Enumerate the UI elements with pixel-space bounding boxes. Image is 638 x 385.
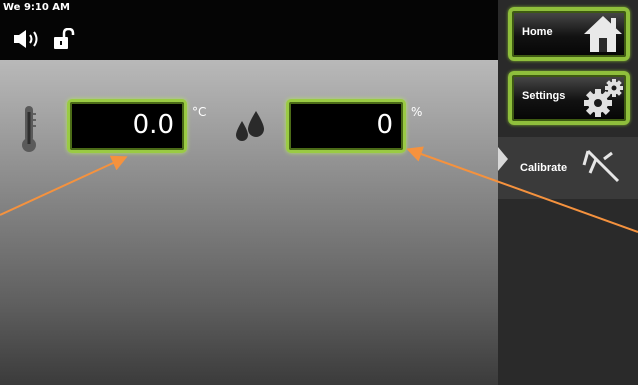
humidity-value: 0 xyxy=(376,110,393,140)
humidity-unit: % xyxy=(411,105,423,119)
unlocked-icon[interactable] xyxy=(52,28,78,50)
thermometer-icon xyxy=(22,106,36,152)
humidity-field[interactable]: 0 xyxy=(286,99,406,153)
calibrate-tab[interactable] xyxy=(498,137,638,199)
settings-label: Settings xyxy=(522,90,566,102)
settings-button[interactable]: Settings xyxy=(508,71,630,125)
status-bar: We 9:10 AM xyxy=(0,0,498,60)
calibrate-label: Calibrate xyxy=(520,162,568,174)
home-button[interactable]: Home xyxy=(508,7,630,61)
house-icon xyxy=(584,16,622,52)
home-label: Home xyxy=(522,26,553,38)
clock-text: We 9:10 AM xyxy=(3,2,70,13)
device-screen: We 9:10 AM 0.0 °C 0 % Home Settings Cali… xyxy=(0,0,638,385)
water-drops-icon xyxy=(236,111,264,141)
temperature-field[interactable]: 0.0 xyxy=(67,99,187,153)
temperature-value: 0.0 xyxy=(132,110,174,140)
gears-icon xyxy=(584,79,623,117)
temperature-unit: °C xyxy=(192,105,207,119)
speaker-icon[interactable] xyxy=(12,28,42,50)
